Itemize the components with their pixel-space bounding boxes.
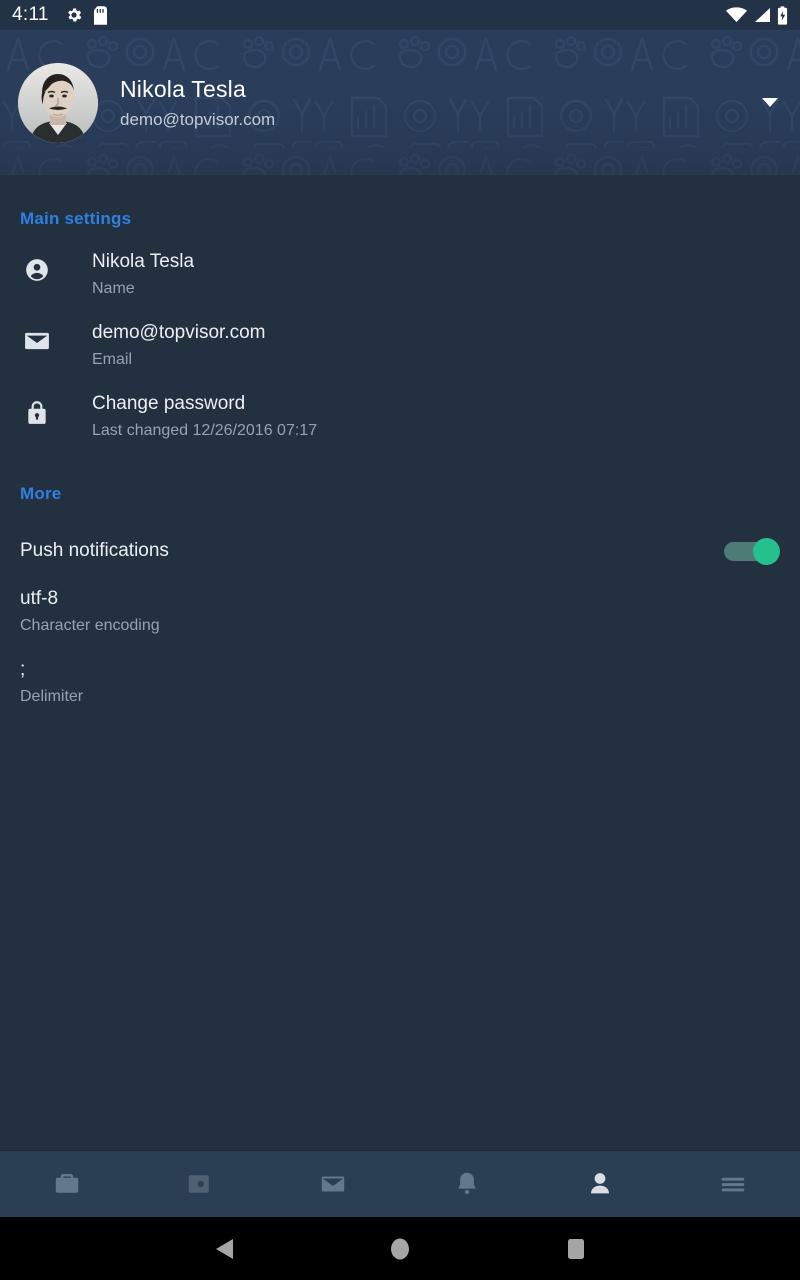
hamburger-menu-icon: [718, 1169, 748, 1199]
avatar[interactable]: [18, 62, 98, 143]
briefcase-icon: [52, 1169, 82, 1199]
nav-item-mail[interactable]: [267, 1151, 400, 1217]
setting-row-change-password[interactable]: Change password Last changed 12/26/2016 …: [20, 379, 780, 450]
recents-square-icon[interactable]: [552, 1225, 600, 1273]
avatar-portrait: [18, 62, 98, 143]
nav-item-wallet[interactable]: [133, 1151, 266, 1217]
bottom-navigation: [0, 1150, 800, 1217]
nav-item-projects[interactable]: [0, 1151, 133, 1217]
person-circle-icon: [20, 251, 54, 283]
cell-signal-icon: [753, 7, 771, 23]
section-title-more: More: [20, 484, 62, 503]
bell-icon: [452, 1169, 482, 1199]
setting-row-delimiter[interactable]: ; Delimiter: [20, 645, 780, 716]
caret-down-icon[interactable]: [758, 91, 782, 115]
header-user-email: demo@topvisor.com: [120, 109, 276, 129]
setting-label-last-changed: Last changed 12/26/2016 07:17: [92, 422, 318, 439]
toggle-thumb: [753, 538, 780, 565]
envelope-icon: [20, 322, 54, 354]
setting-value-name: Nikola Tesla: [92, 251, 195, 272]
setting-value-change-password: Change password: [92, 393, 246, 414]
envelope-icon: [318, 1169, 348, 1199]
battery-charging-icon: [777, 5, 788, 25]
setting-row-push-notifications[interactable]: Push notifications: [20, 512, 780, 574]
setting-label-name: Name: [92, 280, 135, 297]
person-icon: [585, 1169, 615, 1199]
setting-value-delimiter: ;: [20, 659, 26, 680]
push-notifications-label: Push notifications: [20, 540, 169, 561]
setting-row-email[interactable]: demo@topvisor.com Email: [20, 308, 780, 379]
settings-content: Main settings Nikola Tesla Name demo@top…: [0, 175, 800, 1150]
setting-label-delimiter: Delimiter: [20, 688, 84, 705]
profile-header[interactable]: Nikola Tesla demo@topvisor.com: [0, 30, 800, 175]
app-screen: 4:11 Nikola Tesla demo@topvisor.com Main…: [0, 0, 800, 1280]
setting-value-character-encoding: utf-8: [20, 588, 59, 609]
wifi-icon: [726, 7, 747, 23]
android-system-nav: [0, 1217, 800, 1280]
nav-item-notifications[interactable]: [400, 1151, 533, 1217]
nav-item-profile[interactable]: [533, 1151, 666, 1217]
wallet-icon: [185, 1169, 215, 1199]
nav-item-menu[interactable]: [667, 1151, 800, 1217]
push-notifications-toggle[interactable]: [724, 538, 780, 565]
sd-card-icon: [93, 5, 107, 25]
setting-value-email: demo@topvisor.com: [92, 322, 266, 343]
status-bar: 4:11: [0, 0, 800, 30]
section-title-main-settings: Main settings: [20, 209, 132, 228]
status-bar-clock: 4:11: [12, 4, 49, 25]
gear-icon: [65, 6, 83, 24]
setting-label-email: Email: [92, 351, 133, 368]
header-user-name: Nikola Tesla: [120, 75, 246, 102]
lock-icon: [20, 393, 54, 425]
setting-row-character-encoding[interactable]: utf-8 Character encoding: [20, 574, 780, 645]
back-triangle-icon[interactable]: [200, 1225, 248, 1273]
home-circle-icon[interactable]: [376, 1225, 424, 1273]
setting-label-character-encoding: Character encoding: [20, 617, 160, 634]
setting-row-name[interactable]: Nikola Tesla Name: [20, 237, 780, 308]
